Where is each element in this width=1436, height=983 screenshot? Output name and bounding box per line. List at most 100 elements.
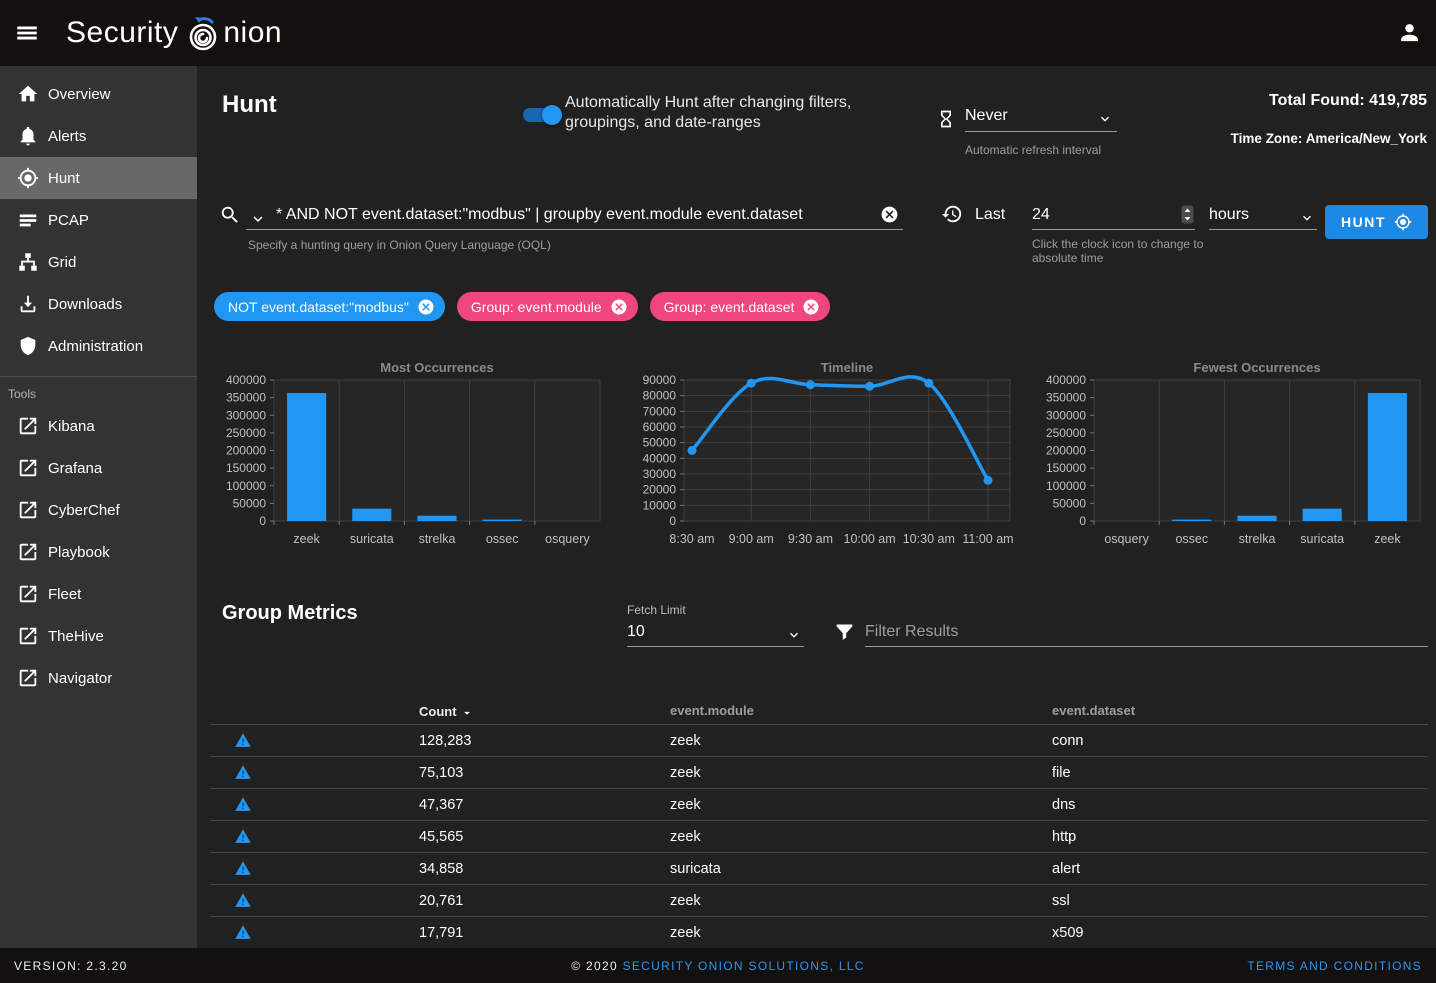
chip-close-icon[interactable] xyxy=(417,298,435,316)
svg-text:150000: 150000 xyxy=(1046,461,1086,475)
menu-icon[interactable] xyxy=(14,20,40,46)
query-hint: Specify a hunting query in Onion Query L… xyxy=(248,238,551,252)
external-link-icon xyxy=(17,499,39,521)
auto-hunt-toggle[interactable] xyxy=(523,108,559,122)
query-input[interactable] xyxy=(246,200,903,230)
svg-text:11:00 am: 11:00 am xyxy=(962,532,1013,546)
sidebar-item-administration[interactable]: Administration xyxy=(0,325,197,367)
svg-text:zeek: zeek xyxy=(293,532,320,546)
cell-count: 20,761 xyxy=(419,893,463,909)
footer: VERSION: 2.3.20 © 2020 SECURITY ONION SO… xyxy=(0,948,1436,983)
column-header-count[interactable]: Count xyxy=(419,703,474,720)
sidebar-item-grid[interactable]: Grid xyxy=(0,241,197,283)
svg-text:250000: 250000 xyxy=(226,426,266,440)
warning-triangle-icon[interactable] xyxy=(234,892,252,909)
account-icon[interactable] xyxy=(1398,21,1421,44)
warning-triangle-icon[interactable] xyxy=(234,796,252,813)
tools-section-label: Tools xyxy=(0,377,197,405)
cell-count: 17,791 xyxy=(419,925,463,941)
sidebar-tool-fleet[interactable]: Fleet xyxy=(0,573,197,615)
sidebar-item-downloads[interactable]: Downloads xyxy=(0,283,197,325)
group-chip-event-dataset[interactable]: Group: event.dataset xyxy=(650,292,831,321)
sidebar-tool-navigator[interactable]: Navigator xyxy=(0,657,197,699)
charts-row: Most Occurrences050000100000150000200000… xyxy=(210,356,1428,552)
sidebar-item-label: Fleet xyxy=(48,586,81,603)
refresh-interval-select[interactable]: Never xyxy=(965,104,1117,132)
cell-count: 45,565 xyxy=(419,829,463,845)
sidebar-item-hunt[interactable]: Hunt xyxy=(0,157,197,199)
total-found-label: Total Found: xyxy=(1269,92,1365,109)
svg-text:20000: 20000 xyxy=(643,483,677,497)
filter-chip-label: Group: event.module xyxy=(471,299,602,315)
svg-text:50000: 50000 xyxy=(1053,496,1087,510)
sidebar-item-label: Hunt xyxy=(48,170,80,187)
warning-triangle-icon[interactable] xyxy=(234,764,252,781)
duration-unit-value: hours xyxy=(1209,206,1249,224)
column-header-event-module[interactable]: event.module xyxy=(670,703,754,718)
external-link-icon xyxy=(17,541,39,563)
chevron-down-icon xyxy=(786,627,802,643)
fetch-limit-value: 10 xyxy=(627,623,645,641)
table-row[interactable]: 34,858 suricata alert xyxy=(210,853,1428,885)
sidebar-item-alerts[interactable]: Alerts xyxy=(0,115,197,157)
warning-triangle-icon[interactable] xyxy=(234,924,252,941)
refresh-interval-hint: Automatic refresh interval xyxy=(965,143,1101,157)
sidebar-item-overview[interactable]: Overview xyxy=(0,73,197,115)
svg-text:9:00 am: 9:00 am xyxy=(729,532,774,546)
cell-event-dataset: file xyxy=(1052,765,1071,781)
external-link-icon xyxy=(17,583,39,605)
warning-triangle-icon[interactable] xyxy=(234,828,252,845)
sidebar-tool-grafana[interactable]: Grafana xyxy=(0,447,197,489)
external-link-icon xyxy=(17,625,39,647)
sidebar-item-pcap[interactable]: PCAP xyxy=(0,199,197,241)
sidebar-tool-kibana[interactable]: Kibana xyxy=(0,405,197,447)
sidebar-tool-playbook[interactable]: Playbook xyxy=(0,531,197,573)
table-row[interactable]: 128,283 zeek conn xyxy=(210,725,1428,757)
warning-triangle-icon[interactable] xyxy=(234,732,252,749)
shield-icon xyxy=(17,335,39,357)
chip-close-icon[interactable] xyxy=(802,298,820,316)
chip-close-icon[interactable] xyxy=(610,298,628,316)
filter-chips: NOT event.dataset:"modbus" Group: event.… xyxy=(214,292,830,321)
history-icon[interactable] xyxy=(941,203,963,225)
svg-text:Fewest Occurrences: Fewest Occurrences xyxy=(1193,360,1320,375)
cell-event-dataset: x509 xyxy=(1052,925,1083,941)
svg-text:80000: 80000 xyxy=(643,389,677,403)
svg-text:70000: 70000 xyxy=(643,404,677,418)
fetch-limit-select[interactable]: 10 xyxy=(627,621,804,647)
filter-results-input[interactable] xyxy=(865,617,1428,647)
table-row[interactable]: 47,367 zeek dns xyxy=(210,789,1428,821)
table-row[interactable]: 75,103 zeek file xyxy=(210,757,1428,789)
svg-text:150000: 150000 xyxy=(226,461,266,475)
last-label: Last xyxy=(975,206,1005,224)
filter-chip-exclude-modbus[interactable]: NOT event.dataset:"modbus" xyxy=(214,292,445,321)
sidebar-tool-thehive[interactable]: TheHive xyxy=(0,615,197,657)
hunt-button[interactable]: HUNT xyxy=(1325,205,1428,239)
fetch-limit-label: Fetch Limit xyxy=(627,603,686,617)
external-link-icon xyxy=(17,667,39,689)
security-onion-logo: Security nion xyxy=(66,13,282,53)
logo-text-prefix: Security xyxy=(66,16,178,50)
cell-count: 34,858 xyxy=(419,861,463,877)
crosshair-icon xyxy=(1394,213,1412,231)
group-chip-event-module[interactable]: Group: event.module xyxy=(457,292,638,321)
duration-unit-select[interactable]: hours xyxy=(1209,204,1317,230)
clear-query-icon[interactable] xyxy=(880,205,899,224)
company-link[interactable]: SECURITY ONION SOLUTIONS, LLC xyxy=(623,959,865,973)
warning-triangle-icon[interactable] xyxy=(234,860,252,877)
svg-text:400000: 400000 xyxy=(226,373,266,387)
clock-spinner-icon[interactable] xyxy=(1181,205,1194,224)
external-link-icon xyxy=(17,457,39,479)
svg-text:100000: 100000 xyxy=(226,479,266,493)
table-header: Count event.module event.dataset xyxy=(210,696,1428,725)
table-row[interactable]: 20,761 zeek ssl xyxy=(210,885,1428,917)
sidebar-tool-cyberchef[interactable]: CyberChef xyxy=(0,489,197,531)
column-header-event-dataset[interactable]: event.dataset xyxy=(1052,703,1135,718)
terms-link[interactable]: TERMS AND CONDITIONS xyxy=(1247,959,1422,973)
cell-count: 75,103 xyxy=(419,765,463,781)
cell-event-module: zeek xyxy=(670,925,701,941)
duration-input[interactable] xyxy=(1032,200,1195,230)
table-row[interactable]: 45,565 zeek http xyxy=(210,821,1428,853)
svg-text:Timeline: Timeline xyxy=(821,360,874,375)
table-row[interactable]: 17,791 zeek x509 xyxy=(210,917,1428,948)
